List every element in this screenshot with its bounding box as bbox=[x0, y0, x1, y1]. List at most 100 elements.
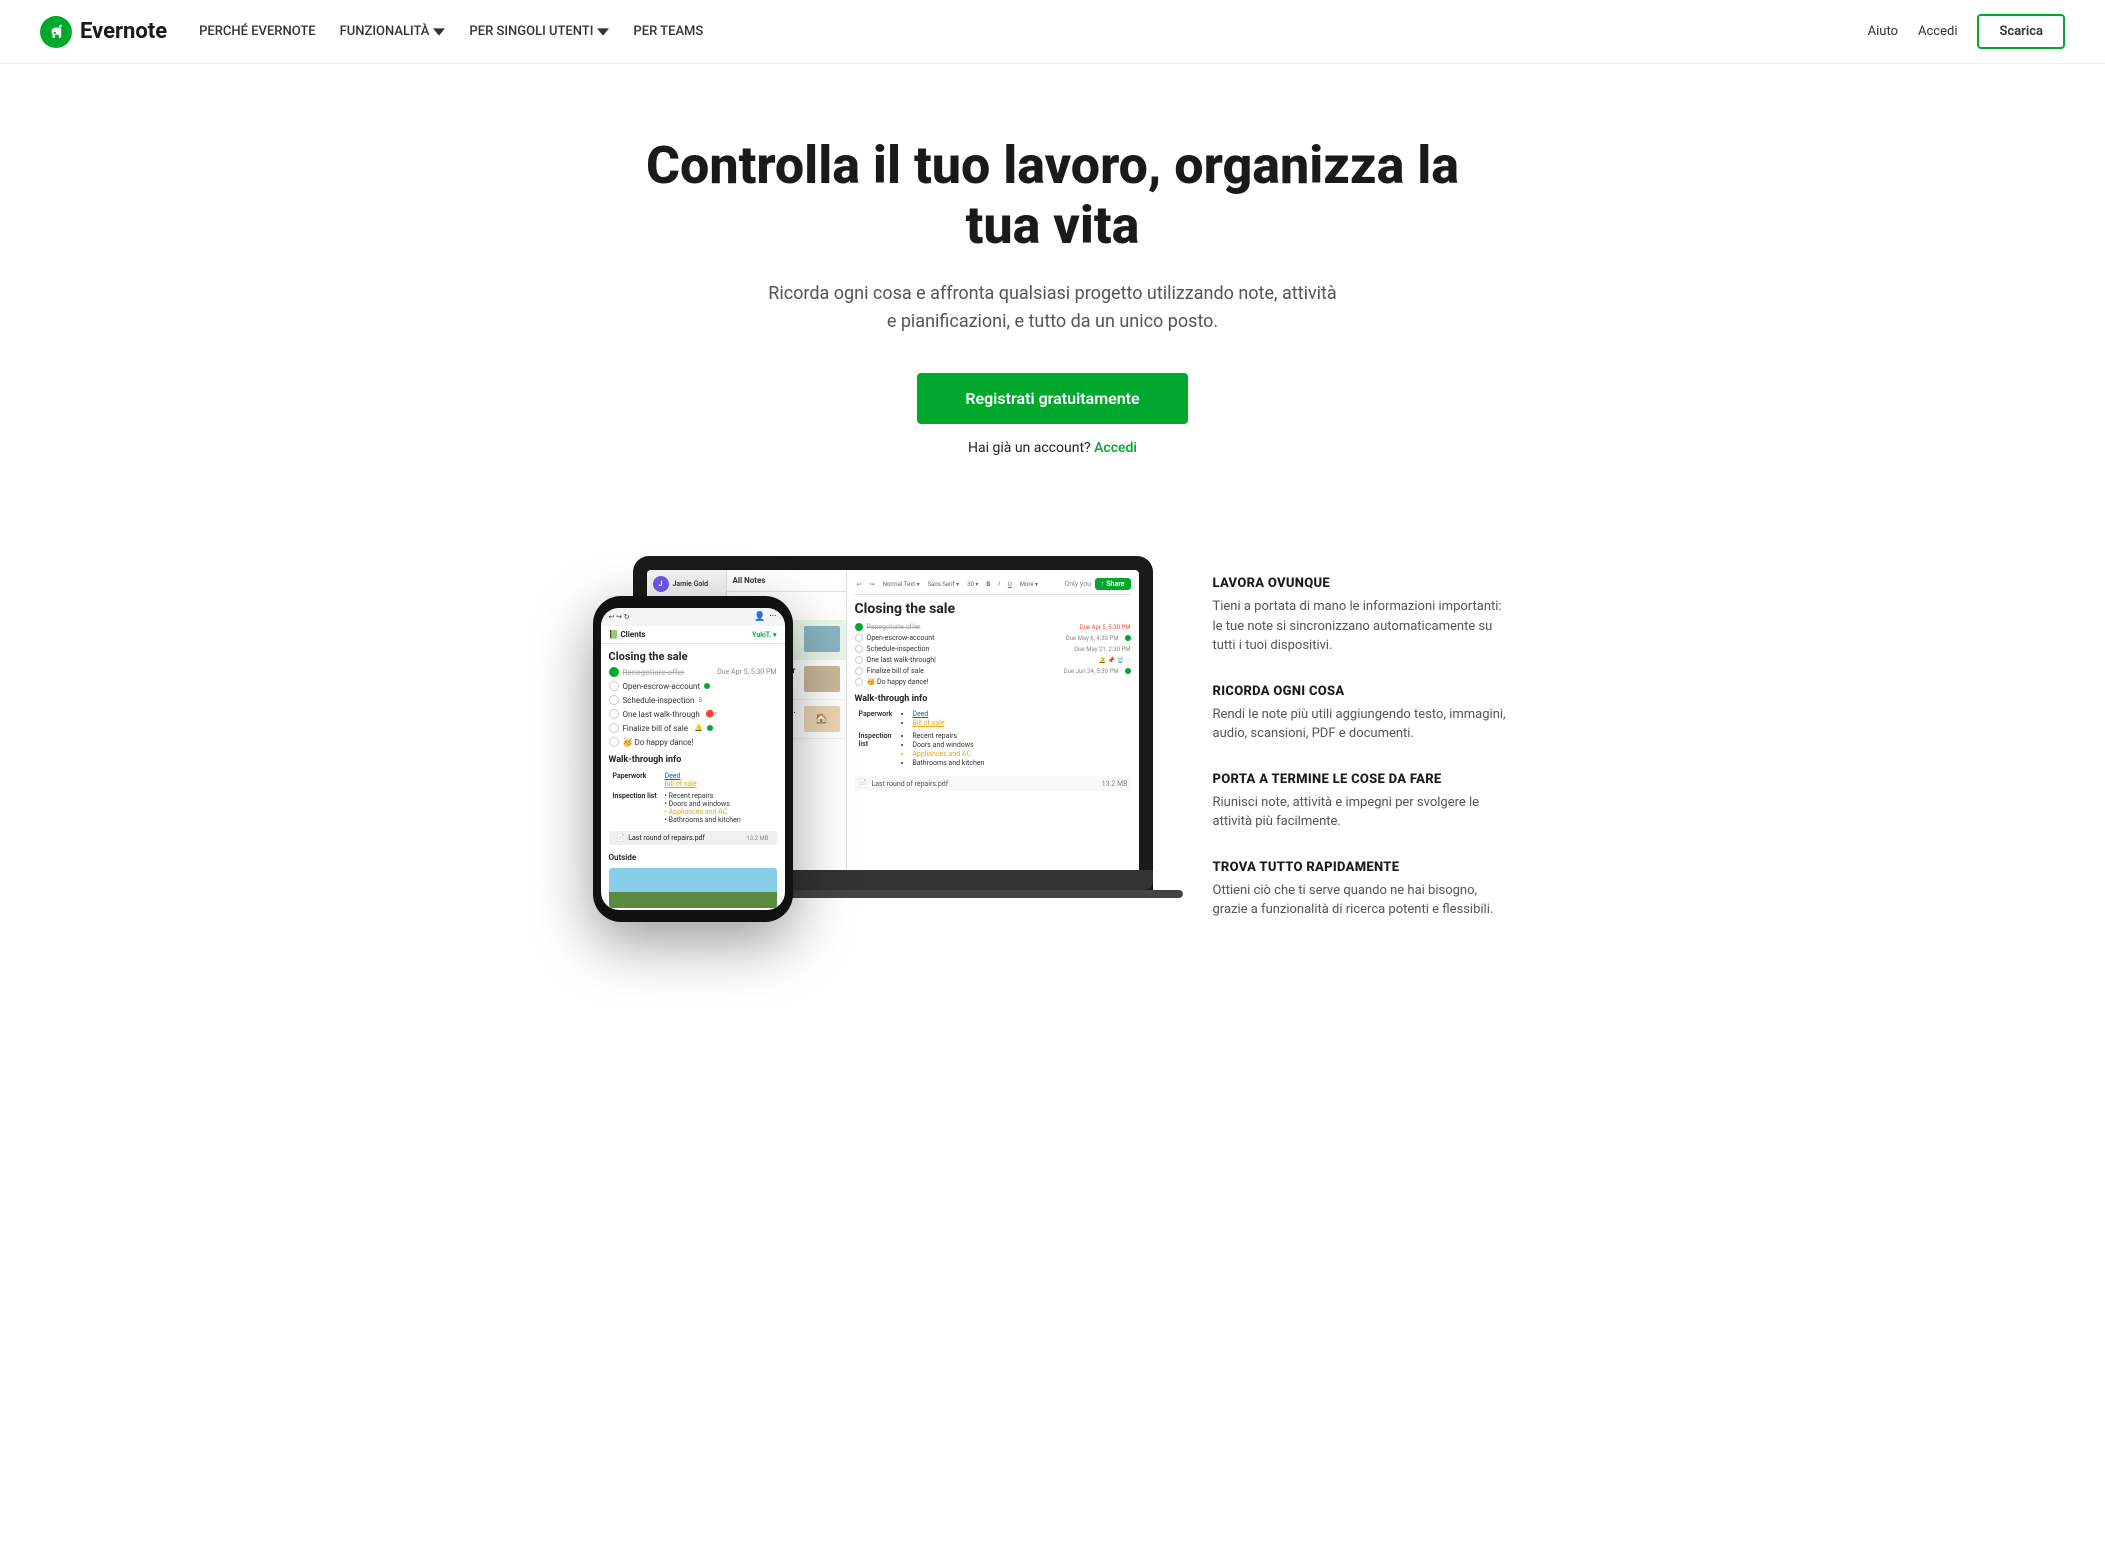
hero-section: Controlla il tuo lavoro, organizza la tu… bbox=[603, 64, 1503, 496]
toolbar-undo[interactable]: ↩ bbox=[855, 580, 864, 589]
nav-link-perche[interactable]: PERCHÉ EVERNOTE bbox=[199, 24, 316, 39]
phone-task-2-dot bbox=[704, 683, 710, 689]
task-2-checkbox[interactable] bbox=[855, 634, 863, 642]
phone-task-3: Schedule-inspection 5 bbox=[609, 695, 777, 705]
toolbar-italic[interactable]: I bbox=[996, 580, 1002, 589]
feature-2-desc: Rendi le note più utili aggiungendo test… bbox=[1213, 705, 1513, 744]
phone-task-4-cb[interactable] bbox=[609, 709, 619, 719]
phone-outside-label: Outside bbox=[601, 849, 785, 866]
phone-pdf-icon: 📄 bbox=[617, 834, 626, 842]
paperwork-label: Paperwork bbox=[855, 708, 897, 730]
nav-link-teams[interactable]: PER TEAMS bbox=[633, 24, 703, 39]
phone-walk-section: Walk-through info bbox=[601, 751, 785, 767]
phone-paperwork-items: Deed Bill of sale bbox=[663, 771, 775, 789]
pdf-size: 13.2 MB bbox=[1102, 780, 1128, 788]
task-3-label: Schedule-inspection bbox=[867, 645, 930, 653]
feature-3-title: PORTA A TERMINE LE COSE DA FARE bbox=[1213, 772, 1513, 787]
paperwork-items: Deed Bill of sale bbox=[896, 708, 1130, 730]
phone-task-1-due: Due Apr 5, 5:30 PM bbox=[717, 668, 776, 676]
task-2-label: Open-escrow-account bbox=[867, 634, 935, 642]
hero-subtitle: Ricorda ogni cosa e affronta qualsiasi p… bbox=[623, 280, 1483, 338]
login-link[interactable]: Accedi bbox=[1918, 24, 1957, 39]
phone-tasks: Renogotiare offer Due Apr 5, 5:30 PM Ope… bbox=[601, 667, 785, 747]
logo[interactable]: Evernote bbox=[40, 16, 167, 48]
download-button[interactable]: Scarica bbox=[1977, 14, 2065, 49]
feature-1-desc: Tieni a portata di mano le informazioni … bbox=[1213, 597, 1513, 656]
features-list: LAVORA OVUNQUE Tieni a portata di mano l… bbox=[1213, 536, 1513, 920]
phone-task-2-cb[interactable] bbox=[609, 681, 619, 691]
inspection-label: Inspectionlist bbox=[855, 730, 897, 770]
phone-topbar: ↩ ↪ ↻ 👤 ··· bbox=[601, 608, 785, 626]
phone-task-3-cb[interactable] bbox=[609, 695, 619, 705]
toolbar-more[interactable]: More ▾ bbox=[1018, 580, 1040, 589]
hero-title: Controlla il tuo lavoro, organizza la tu… bbox=[623, 136, 1483, 256]
feature-4: TROVA TUTTO RAPIDAMENTE Ottieni ciò che … bbox=[1213, 860, 1513, 920]
phone-task-1-cb[interactable] bbox=[609, 667, 619, 677]
phone-deed-link[interactable]: Deed bbox=[665, 772, 681, 780]
phone-table-row-paperwork: Paperwork Deed Bill of sale bbox=[611, 771, 775, 789]
task-4-icons: 🔔 📌 🗑️ ··· bbox=[1099, 657, 1131, 664]
phone-task-3-badge: 5 bbox=[698, 697, 701, 704]
phone-header: 📗 Clients YukiT. ▾ bbox=[601, 626, 785, 644]
task-6: 🥳 Do happy dance! bbox=[855, 678, 1131, 686]
nav-links: PERCHÉ EVERNOTE FUNZIONALITÀ PER SINGOLI… bbox=[199, 24, 703, 39]
all-notes-header: All Notes bbox=[727, 570, 846, 592]
nav-right: Aiuto Accedi Scarica bbox=[1868, 14, 2065, 49]
task-2-due: Due May 6, 4:30 PM bbox=[1066, 635, 1119, 642]
table-row-inspection: Inspectionlist Recent repairs Doors and … bbox=[855, 730, 1131, 770]
nav-link-singoli[interactable]: PER SINGOLI UTENTI bbox=[469, 24, 609, 39]
evernote-logo-icon bbox=[40, 16, 72, 48]
toolbar-sans[interactable]: Sans Serif ▾ bbox=[926, 580, 962, 589]
phone-outside-image bbox=[609, 868, 777, 908]
table-row-paperwork: Paperwork Deed Bill of sale bbox=[855, 708, 1131, 730]
hero-login: Hai già un account? Accedi bbox=[623, 440, 1483, 456]
feature-1-title: LAVORA OVUNQUE bbox=[1213, 576, 1513, 591]
toolbar-font[interactable]: Normal Text ▾ bbox=[881, 580, 922, 589]
share-button[interactable]: ↑ Share bbox=[1095, 578, 1131, 590]
hero-login-link[interactable]: Accedi bbox=[1094, 440, 1137, 456]
task-1-checkbox[interactable] bbox=[855, 623, 863, 631]
phone-task-5-dot bbox=[707, 725, 713, 731]
phone-task-5-cb[interactable] bbox=[609, 723, 619, 733]
note-thumb-1 bbox=[804, 626, 840, 652]
feature-3-desc: Riunisci note, attività e impegni per sv… bbox=[1213, 793, 1513, 832]
toolbar-bold[interactable]: B bbox=[984, 580, 992, 589]
phone-task-1: Renogotiare offer Due Apr 5, 5:30 PM bbox=[609, 667, 777, 677]
phone-task-5: Finalize bill of sale 🔔 bbox=[609, 723, 777, 733]
phone-task-2: Open-escrow-account bbox=[609, 681, 777, 691]
phone-topbar-right: 👤 ··· bbox=[754, 612, 776, 622]
paperwork-item-1: Deed bbox=[912, 710, 1126, 718]
phone-pdf[interactable]: 📄 Last round of repairs.pdf 13.2 MB bbox=[609, 831, 777, 845]
pdf-attachment[interactable]: 📄 Last round of repairs.pdf 13.2 MB bbox=[855, 776, 1131, 791]
phone-task-2-label: Open-escrow-account bbox=[623, 682, 701, 691]
task-4-label: One last walk-through| bbox=[867, 656, 936, 664]
phone-screen: ↩ ↪ ↻ 👤 ··· 📗 Clients YukiT. ▾ Closing t… bbox=[601, 608, 785, 910]
paperwork-item-2: Bill of sale bbox=[912, 719, 1126, 727]
toolbar-underline[interactable]: U bbox=[1006, 580, 1014, 589]
phone-ui: ↩ ↪ ↻ 👤 ··· 📗 Clients YukiT. ▾ Closing t… bbox=[601, 608, 785, 908]
phone-task-6-label: 🥳 Do happy dance! bbox=[623, 738, 694, 747]
task-5-label: Finalize bill of sale bbox=[867, 667, 924, 675]
register-button[interactable]: Registrati gratuitamente bbox=[917, 373, 1187, 424]
feature-3: PORTA A TERMINE LE COSE DA FARE Riunisci… bbox=[1213, 772, 1513, 832]
task-6-checkbox[interactable] bbox=[855, 678, 863, 686]
task-5-checkbox[interactable] bbox=[855, 667, 863, 675]
task-4-checkbox[interactable] bbox=[855, 656, 863, 664]
phone-task-1-label: Renogotiare offer bbox=[623, 668, 685, 677]
task-6-label: 🥳 Do happy dance! bbox=[867, 678, 929, 686]
help-link[interactable]: Aiuto bbox=[1868, 24, 1898, 39]
phone-mockup: ↩ ↪ ↻ 👤 ··· 📗 Clients YukiT. ▾ Closing t… bbox=[593, 596, 793, 922]
phone-pdf-size: 13.2 MB bbox=[746, 835, 768, 842]
inspection-item-3: Appliances and AC bbox=[912, 750, 1126, 758]
nav-link-funzionalita[interactable]: FUNZIONALITÀ bbox=[340, 24, 446, 39]
task-3-checkbox[interactable] bbox=[855, 645, 863, 653]
toolbar-size[interactable]: 30 ▾ bbox=[965, 580, 980, 589]
editor-title: Closing the sale bbox=[855, 601, 1131, 617]
phone-inspection-label: Inspection list bbox=[611, 791, 661, 825]
phone-bill-link[interactable]: Bill of sale bbox=[665, 780, 697, 788]
phone-task-6-cb[interactable] bbox=[609, 737, 619, 747]
task-5-dot bbox=[1125, 668, 1131, 674]
inspection-item-1: Recent repairs bbox=[912, 732, 1126, 740]
phone-task-3-label: Schedule-inspection bbox=[623, 696, 695, 705]
toolbar-redo[interactable]: ↪ bbox=[868, 580, 877, 589]
